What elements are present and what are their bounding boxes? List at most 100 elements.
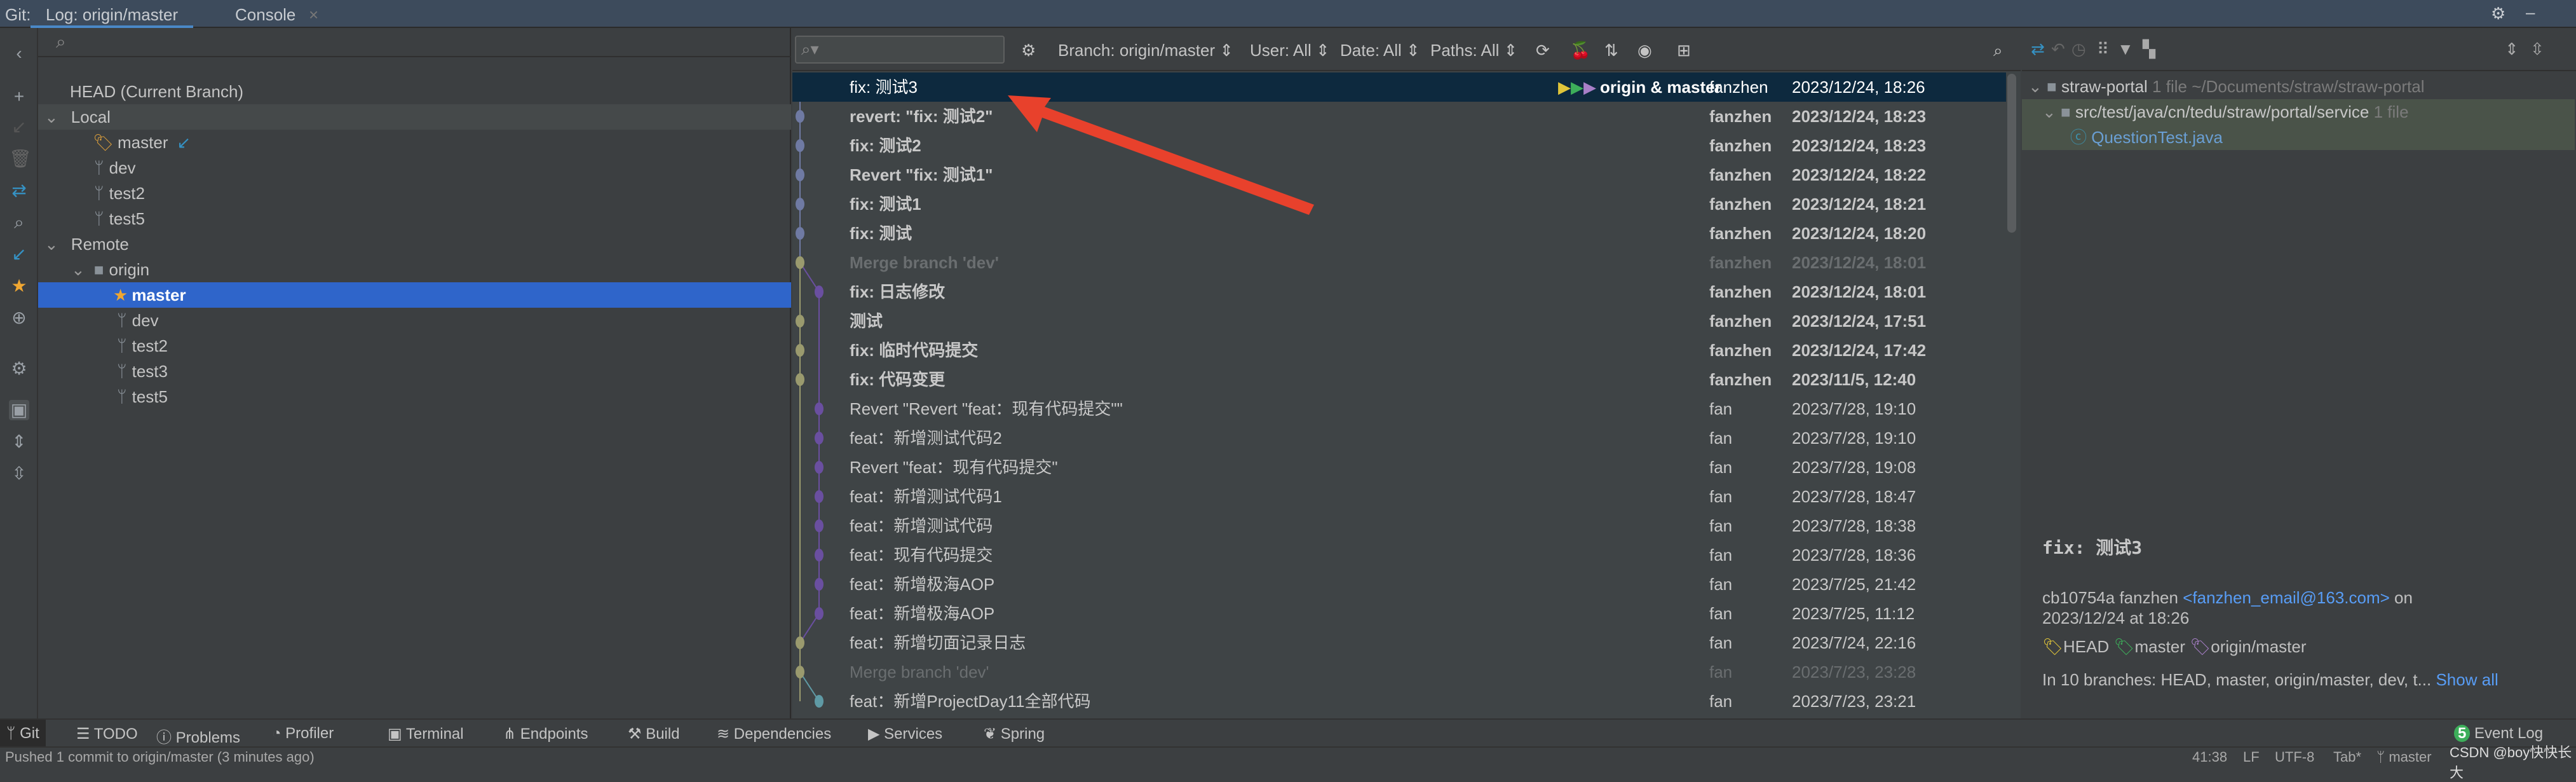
commit-row[interactable]: Revert "Revert "feat：现有代码提交"" fan 2023/7/2… bbox=[792, 394, 2006, 423]
commit-row[interactable]: fix: 测试 fanzhen 2023/12/24, 18:20 bbox=[792, 219, 2006, 248]
show-all-link[interactable]: Show all bbox=[2436, 670, 2498, 689]
date-filter[interactable]: Date: All ⇕ bbox=[1340, 41, 1420, 60]
line-separator[interactable]: LF bbox=[2243, 749, 2260, 765]
branch-search-input[interactable]: ⌕ bbox=[38, 28, 791, 57]
branch-filter[interactable]: Branch: origin/master ⇕ bbox=[1058, 41, 1233, 60]
tool-spring-button[interactable]: ❦ Spring bbox=[984, 725, 1045, 743]
tool-terminal-button[interactable]: ▣ Terminal bbox=[388, 725, 464, 743]
commit-row[interactable]: feat：新增测试代码2 fan 2023/7/28, 19:10 bbox=[792, 423, 2006, 453]
branch-head[interactable]: HEAD (Current Branch) bbox=[38, 79, 791, 104]
commit-row[interactable]: 测试 fanzhen 2023/12/24, 17:51 bbox=[792, 306, 2006, 336]
indent-setting[interactable]: Tab* bbox=[2333, 749, 2361, 765]
tool-profiler-button[interactable]: ◔ Profiler bbox=[272, 725, 334, 743]
tool-dependencies-button[interactable]: ≋ Dependencies bbox=[717, 725, 831, 743]
branch-remote-dev[interactable]: ᛘ dev bbox=[38, 308, 791, 333]
settings-icon[interactable]: ⚙ bbox=[9, 359, 29, 379]
star-icon[interactable]: ★ bbox=[9, 276, 29, 296]
file-encoding[interactable]: UTF-8 bbox=[2275, 749, 2314, 765]
update-icon[interactable]: ↙ bbox=[9, 244, 29, 264]
commit-row[interactable]: feat：现有代码提交 fan 2023/7/28, 18:36 bbox=[792, 540, 2006, 570]
log-scrollbar[interactable] bbox=[2007, 74, 2016, 233]
search-icon[interactable]: ⌕ bbox=[1993, 41, 2003, 61]
commit-row[interactable]: Merge branch 'dev' fan 2023/7/23, 23:28 bbox=[792, 657, 2006, 687]
group-local[interactable]: ⌄ Local bbox=[38, 104, 791, 130]
collapse-icon[interactable]: ‹ bbox=[9, 43, 29, 64]
layout-icon[interactable]: ▚ bbox=[2143, 39, 2155, 59]
expand-all-icon[interactable]: ⇕ bbox=[2505, 39, 2519, 59]
tab-console[interactable]: Console bbox=[235, 5, 295, 25]
caret-position[interactable]: 41:38 bbox=[2192, 749, 2227, 765]
commit-row[interactable]: feat：新增测试代码1 fan 2023/7/28, 18:47 bbox=[792, 482, 2006, 511]
branch-remote-test5[interactable]: ᛘ test5 bbox=[38, 384, 791, 409]
branch-local-dev[interactable]: ᛘ dev bbox=[38, 155, 791, 181]
tool-git-button[interactable]: ᛘ Git bbox=[0, 720, 46, 746]
group-by-icon[interactable]: ⠿ bbox=[2097, 39, 2109, 59]
commit-row[interactable]: fix: 日志修改 fanzhen 2023/12/24, 18:01 bbox=[792, 277, 2006, 306]
settings-icon[interactable]: ⚙ bbox=[1021, 41, 1036, 60]
tool-services-button[interactable]: ▶ Services bbox=[868, 725, 942, 743]
checkout-icon[interactable]: ↙ bbox=[9, 117, 29, 137]
commit-row[interactable]: fix: 测试1 fanzhen 2023/12/24, 18:21 bbox=[792, 189, 2006, 219]
group-origin[interactable]: ⌄ ■ origin bbox=[38, 257, 791, 282]
compare-icon[interactable]: ⇄ bbox=[2031, 39, 2045, 59]
preview-icon[interactable]: ▣ bbox=[9, 400, 29, 420]
branch-local-test5[interactable]: ᛘ test5 bbox=[38, 206, 791, 231]
commit-row[interactable]: fix: 测试3 ▶▶▶ origin & master fanzhen 2023/12… bbox=[792, 72, 2006, 102]
branch-icon: ᛘ bbox=[117, 387, 127, 406]
gear-icon[interactable]: ⚙ bbox=[2491, 4, 2505, 24]
commit-row[interactable]: feat：新增极海AOP fan 2023/7/25, 11:12 bbox=[792, 599, 2006, 628]
commit-row[interactable]: Merge branch 'dev' fanzhen 2023/12/24, 18:… bbox=[792, 248, 2006, 277]
tool-problems-button[interactable]: ⓘ Problems bbox=[156, 725, 240, 747]
sort-icon[interactable]: ⇅ bbox=[1604, 41, 1618, 60]
revert-icon[interactable]: ↶ bbox=[2051, 39, 2065, 59]
event-log-button[interactable]: 5 Event Log bbox=[2454, 725, 2543, 743]
branch-local-test2[interactable]: ᛘ test2 bbox=[38, 181, 791, 206]
commit-row[interactable]: feat：新增切面记录日志 fan 2023/7/24, 22:16 bbox=[792, 628, 2006, 657]
tab-log[interactable]: Log: origin/master bbox=[31, 5, 194, 28]
history-icon[interactable]: ◷ bbox=[2071, 39, 2086, 59]
refresh-icon[interactable]: ⟳ bbox=[1536, 41, 1550, 60]
tool-todo-button[interactable]: ☰ TODO bbox=[76, 725, 138, 743]
branch-remote-master[interactable]: ★ master bbox=[38, 282, 791, 308]
view-options-icon[interactable]: ◉ bbox=[1637, 41, 1652, 60]
filter-icon[interactable]: ▼ bbox=[2117, 39, 2134, 59]
changes-root[interactable]: ⌄ ■ straw-portal 1 file ~/Documents/stra… bbox=[2022, 74, 2575, 99]
group-remote[interactable]: ⌄ Remote bbox=[38, 231, 791, 257]
commit-row[interactable]: feat：新增极海AOP fan 2023/7/25, 21:42 bbox=[792, 570, 2006, 599]
locate-icon[interactable]: ⊕ bbox=[9, 308, 29, 328]
commit-row[interactable]: revert: "fix: 测试2" fanzhen 2023/12/24, 18:… bbox=[792, 102, 2006, 131]
log-search-input[interactable]: ⌕▾ bbox=[795, 36, 1005, 64]
commit-row[interactable]: Revert "fix: 测试1" fanzhen 2023/12/24, 18:2… bbox=[792, 160, 2006, 189]
changes-dir[interactable]: ⌄ ■ src/test/java/cn/tedu/straw/portal/s… bbox=[2022, 99, 2575, 125]
branch-local-master[interactable]: 🏷 master ↙ bbox=[38, 130, 791, 155]
commit-row[interactable]: fix: 代码变更 fanzhen 2023/11/5, 12:40 bbox=[792, 365, 2006, 394]
commit-author: fan bbox=[1709, 487, 1733, 506]
expand-all-icon[interactable]: ⇕ bbox=[9, 432, 29, 452]
collapse-all-icon[interactable]: ⇳ bbox=[9, 463, 29, 484]
tool-build-button[interactable]: ⚒ Build bbox=[628, 725, 680, 743]
new-tab-icon[interactable]: ⊞ bbox=[1677, 41, 1691, 60]
cherry-pick-icon[interactable]: 🍒 bbox=[1570, 41, 1590, 60]
add-icon[interactable]: + bbox=[9, 86, 29, 107]
tool-endpoints-button[interactable]: ⋔ Endpoints bbox=[503, 725, 588, 743]
branch-remote-test2[interactable]: ᛘ test2 bbox=[38, 333, 791, 359]
git-branch-widget[interactable]: ᛘ master bbox=[2376, 749, 2432, 765]
commit-row[interactable]: fix: 临时代码提交 fanzhen 2023/12/24, 17:42 bbox=[792, 336, 2006, 365]
collapse-all-icon[interactable]: ⇳ bbox=[2530, 39, 2544, 59]
commit-row[interactable]: Revert "feat：现有代码提交" fan 2023/7/28, 19:08 bbox=[792, 453, 2006, 482]
commit-row[interactable]: feat：新增测试代码 fan 2023/7/28, 18:38 bbox=[792, 511, 2006, 540]
author-email-link[interactable]: <fanzhen_email@163.com> bbox=[2183, 588, 2390, 607]
status-message[interactable]: Pushed 1 commit to origin/master (3 minu… bbox=[5, 749, 315, 765]
close-icon[interactable]: × bbox=[309, 5, 318, 25]
search-icon[interactable]: ⌕ bbox=[9, 212, 29, 233]
minimize-icon[interactable]: – bbox=[2526, 3, 2535, 22]
compare-icon[interactable]: ⇄ bbox=[9, 181, 29, 201]
commit-row[interactable]: feat：新增ProjectDay11全部代码 fan 2023/7/23, 23:… bbox=[792, 687, 2006, 716]
changed-file[interactable]: ⓒ QuestionTest.java bbox=[2022, 125, 2575, 150]
delete-icon[interactable]: 🗑 bbox=[9, 149, 32, 169]
commit-row[interactable]: fix: 测试2 fanzhen 2023/12/24, 18:23 bbox=[792, 131, 2006, 160]
paths-filter[interactable]: Paths: All ⇕ bbox=[1430, 41, 1517, 60]
user-filter[interactable]: User: All ⇕ bbox=[1250, 41, 1330, 60]
branch-remote-test3[interactable]: ᛘ test3 bbox=[38, 359, 791, 384]
commit-author: fan bbox=[1709, 545, 1733, 565]
